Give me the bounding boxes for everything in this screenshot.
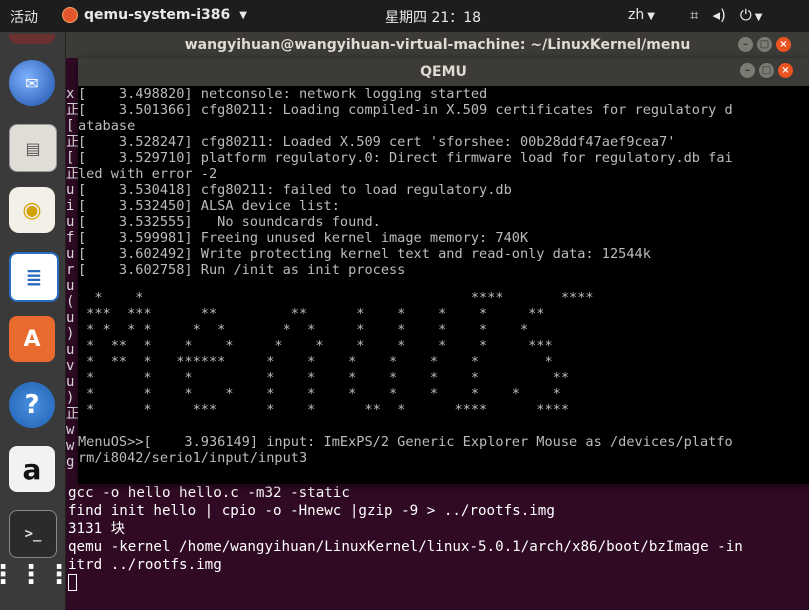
network-icon: ⌗ <box>690 6 699 24</box>
writer-icon[interactable]: ≣ <box>9 252 59 302</box>
kernel-log-line: led with error -2 <box>78 166 218 182</box>
terminal-line: itrd ../rootfs.img <box>68 557 222 573</box>
top-bar: 活动 qemu-system-i386 ▼ 星期四 21：18 zh ▼ ⌗ ◂)… <box>0 0 809 32</box>
kernel-log-line: [ 3.498820] netconsole: network logging … <box>78 86 488 102</box>
software-center-icon[interactable]: A <box>9 316 55 362</box>
maximize-button[interactable]: □ <box>759 63 774 78</box>
chevron-down-icon: ▼ <box>239 9 247 21</box>
console-gap <box>78 278 809 290</box>
thunderbird-icon[interactable]: ✉ <box>9 60 55 106</box>
qemu-titlebar[interactable]: QEMU – □ × <box>78 58 809 86</box>
kernel-log-line: [ 3.529710] platform regulatory.0: Direc… <box>78 150 733 166</box>
menuos-banner-line: * ** * ****** * * * * * * * <box>78 354 553 370</box>
input-method-indicator[interactable]: zh ▼ <box>628 7 655 23</box>
kernel-log-line: [ 3.528247] cfg80211: Loaded X.509 cert … <box>78 134 676 150</box>
kernel-log-line: [ 3.532555] No soundcards found. <box>78 214 381 230</box>
menuos-banner-line: * ** * * * * * * * * * *** <box>78 338 553 354</box>
menuos-prompt-line: MenuOS>>[ 3.936149] input: ImExPS/2 Gene… <box>78 434 733 450</box>
maximize-button[interactable]: □ <box>757 37 772 52</box>
input-method-label: zh <box>628 7 645 23</box>
menuos-banner-line: * * * * * * * * * * * * <box>78 386 561 402</box>
kernel-log-line: [ 3.599981] Freeing unused kernel image … <box>78 230 529 246</box>
minimize-button[interactable]: – <box>740 63 755 78</box>
power-icon: ⏻ ▼ <box>739 6 763 24</box>
qemu-window[interactable]: QEMU – □ × [ 3.498820] netconsole: netwo… <box>78 58 809 484</box>
terminal-title: wangyihuan@wangyihuan-virtual-machine: ~… <box>184 37 691 53</box>
console-gap <box>78 418 809 434</box>
rhythmbox-icon[interactable]: ◉ <box>9 187 55 233</box>
clock[interactable]: 星期四 21：18 <box>385 7 481 27</box>
app-grid-icon[interactable]: ⋮⋮⋮ <box>0 552 72 598</box>
amazon-icon[interactable]: a <box>9 446 55 492</box>
terminal-cursor <box>68 574 77 591</box>
kernel-log-line: atabase <box>78 118 136 134</box>
chevron-down-icon: ▼ <box>647 11 655 22</box>
terminal-icon[interactable]: >_ <box>9 510 57 558</box>
qemu-console[interactable]: [ 3.498820] netconsole: network logging … <box>78 86 809 484</box>
terminal-output[interactable]: gcc -o hello hello.c -m32 -static find in… <box>68 484 743 592</box>
close-button[interactable]: × <box>776 37 791 52</box>
app-menu[interactable]: qemu-system-i386 ▼ <box>62 7 247 23</box>
qemu-app-icon <box>62 7 78 23</box>
files-icon[interactable]: ▤ <box>9 124 57 172</box>
kernel-log-line: [ 3.501366] cfg80211: Loading compiled-i… <box>78 102 733 118</box>
kernel-log-line: [ 3.602492] Write protecting kernel text… <box>78 246 651 262</box>
terminal-cursor-line <box>68 574 743 592</box>
close-button[interactable]: × <box>778 63 793 78</box>
system-tray[interactable]: ⌗ ◂) ⏻ ▼ <box>690 6 762 24</box>
terminal-line: qemu -kernel /home/wangyihuan/LinuxKerne… <box>68 539 743 555</box>
terminal-line: gcc -o hello hello.c -m32 -static <box>68 485 350 501</box>
activities-button[interactable]: 活动 <box>10 7 38 27</box>
terminal-titlebar[interactable]: wangyihuan@wangyihuan-virtual-machine: ~… <box>66 32 809 58</box>
volume-icon: ◂) <box>712 6 726 24</box>
menuos-banner-line: * * *** * * ** * **** **** <box>78 402 570 418</box>
menuos-banner-line: *** *** ** ** * * * * ** <box>78 306 545 322</box>
menuos-prompt-line: rm/i8042/serio1/input/input3 <box>78 450 308 466</box>
kernel-log-line: [ 3.530418] cfg80211: failed to load reg… <box>78 182 512 198</box>
menuos-banner-line: * * **** **** <box>78 290 594 306</box>
browser-icon[interactable] <box>9 34 55 44</box>
kernel-log-line: [ 3.602758] Run /init as init process <box>78 262 406 278</box>
dock: ✉ ▤ ◉ ≣ A ? a >_ ⋮⋮⋮ <box>0 32 72 610</box>
menuos-banner-line: * * * * * * * * * * * * * <box>78 322 529 338</box>
qemu-title: QEMU <box>420 64 467 80</box>
terminal-line: 3131 块 <box>68 521 125 537</box>
app-menu-label: qemu-system-i386 <box>84 7 231 23</box>
kernel-log-line: [ 3.532450] ALSA device list: <box>78 198 340 214</box>
terminal-line: find init hello | cpio -o -Hnewc |gzip -… <box>68 503 555 519</box>
menuos-banner-line: * * * * * * * * * ** <box>78 370 570 386</box>
minimize-button[interactable]: – <box>738 37 753 52</box>
help-icon[interactable]: ? <box>9 382 55 428</box>
